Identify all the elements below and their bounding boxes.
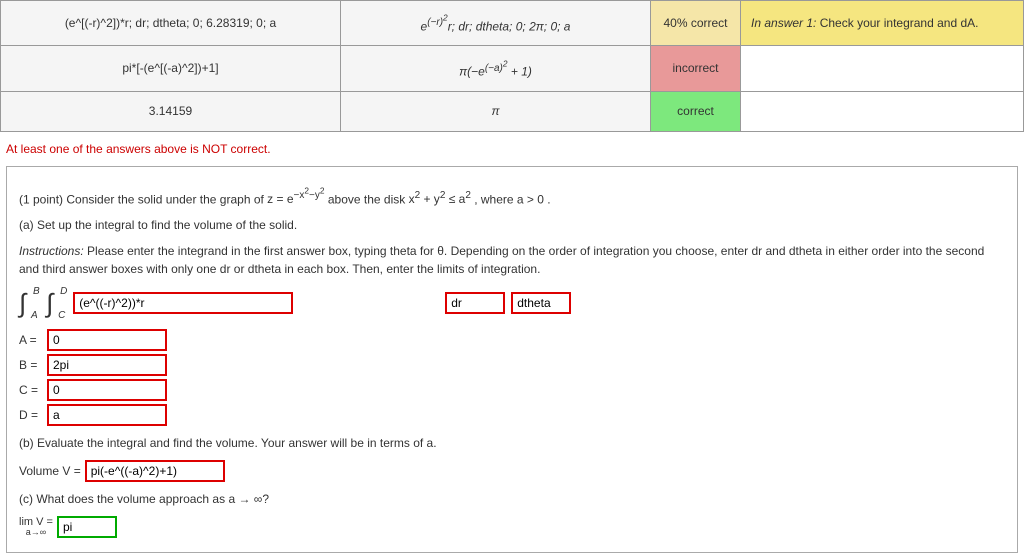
status-cell: 40% correct bbox=[651, 1, 741, 46]
limit-label: D = bbox=[19, 408, 47, 422]
inner-integral-icon: ∫ D C bbox=[46, 288, 53, 319]
lim-symbol: lim V = a→∞ bbox=[19, 517, 53, 537]
entered-cell: pi*[-(e^[(-a)^2])+1] bbox=[1, 46, 341, 91]
preview-cell: e(−r)2r; dr; dtheta; 0; 2π; 0; a bbox=[341, 1, 651, 46]
limit-label: A = bbox=[19, 333, 47, 347]
limit-b-input[interactable] bbox=[47, 354, 167, 376]
preview-cell: π bbox=[341, 91, 651, 131]
limit-d-input[interactable] bbox=[47, 404, 167, 426]
warning-text: At least one of the answers above is NOT… bbox=[0, 132, 1024, 166]
integral-row: ∫ B A ∫ D C bbox=[19, 288, 1005, 319]
diff2-input[interactable] bbox=[511, 292, 571, 314]
diff1-input[interactable] bbox=[445, 292, 505, 314]
limit-row: lim V = a→∞ bbox=[19, 516, 1005, 538]
instructions: Instructions: Please enter the integrand… bbox=[19, 242, 1005, 278]
results-table: (e^[(-r)^2])*r; dr; dtheta; 0; 6.28319; … bbox=[0, 0, 1024, 132]
stem-equation: z = e−x2−y2 bbox=[267, 192, 324, 206]
volume-input[interactable] bbox=[85, 460, 225, 482]
instructions-label: Instructions: bbox=[19, 244, 84, 258]
table-row: pi*[-(e^[(-a)^2])+1] π(−e(−a)2 + 1) inco… bbox=[1, 46, 1024, 91]
problem-body: (1 point) Consider the solid under the g… bbox=[6, 166, 1018, 553]
table-row: 3.14159 π correct bbox=[1, 91, 1024, 131]
volume-row: Volume V = bbox=[19, 460, 1005, 482]
points-label: (1 point) bbox=[19, 192, 63, 206]
limit-label: C = bbox=[19, 383, 47, 397]
hint-cell bbox=[741, 91, 1024, 131]
stem-disk: x2 + y2 ≤ a2 bbox=[409, 192, 471, 206]
part-c-label: (c) What does the volume approach as a →… bbox=[19, 490, 1005, 508]
hint-cell: In answer 1: Check your integrand and dA… bbox=[741, 1, 1024, 46]
stem-text: . bbox=[547, 192, 550, 206]
volume-label: Volume V = bbox=[19, 464, 81, 478]
stem-cond: a > 0 bbox=[517, 192, 544, 206]
limit-a-input[interactable] bbox=[47, 329, 167, 351]
limit-value-input[interactable] bbox=[57, 516, 117, 538]
table-row: (e^[(-r)^2])*r; dr; dtheta; 0; 6.28319; … bbox=[1, 1, 1024, 46]
preview-cell: π(−e(−a)2 + 1) bbox=[341, 46, 651, 91]
limit-label: B = bbox=[19, 358, 47, 372]
stem-text: above the disk bbox=[328, 192, 409, 206]
instructions-text: Please enter the integrand in the first … bbox=[19, 244, 984, 276]
status-cell: incorrect bbox=[651, 46, 741, 91]
limits-grid: A = B = C = D = bbox=[19, 329, 1005, 426]
entered-cell: (e^[(-r)^2])*r; dr; dtheta; 0; 6.28319; … bbox=[1, 1, 341, 46]
outer-integral-icon: ∫ B A bbox=[19, 288, 26, 319]
problem-stem: (1 point) Consider the solid under the g… bbox=[19, 185, 1005, 208]
lim-bottom: a→∞ bbox=[26, 528, 46, 537]
entered-cell: 3.14159 bbox=[1, 91, 341, 131]
inner-lower: C bbox=[58, 310, 65, 321]
status-cell: correct bbox=[651, 91, 741, 131]
integrand-input[interactable] bbox=[73, 292, 293, 314]
part-a-label: (a) Set up the integral to find the volu… bbox=[19, 216, 1005, 234]
hint-prefix: In answer 1: bbox=[751, 16, 816, 30]
stem-text: , where bbox=[474, 192, 517, 206]
stem-text: Consider the solid under the graph of bbox=[66, 192, 267, 206]
part-b-label: (b) Evaluate the integral and find the v… bbox=[19, 434, 1005, 452]
inner-upper: D bbox=[60, 286, 67, 297]
hint-text: Check your integrand and dA. bbox=[820, 16, 979, 30]
outer-lower: A bbox=[31, 310, 38, 321]
hint-cell bbox=[741, 46, 1024, 91]
limit-c-input[interactable] bbox=[47, 379, 167, 401]
outer-upper: B bbox=[33, 286, 40, 297]
